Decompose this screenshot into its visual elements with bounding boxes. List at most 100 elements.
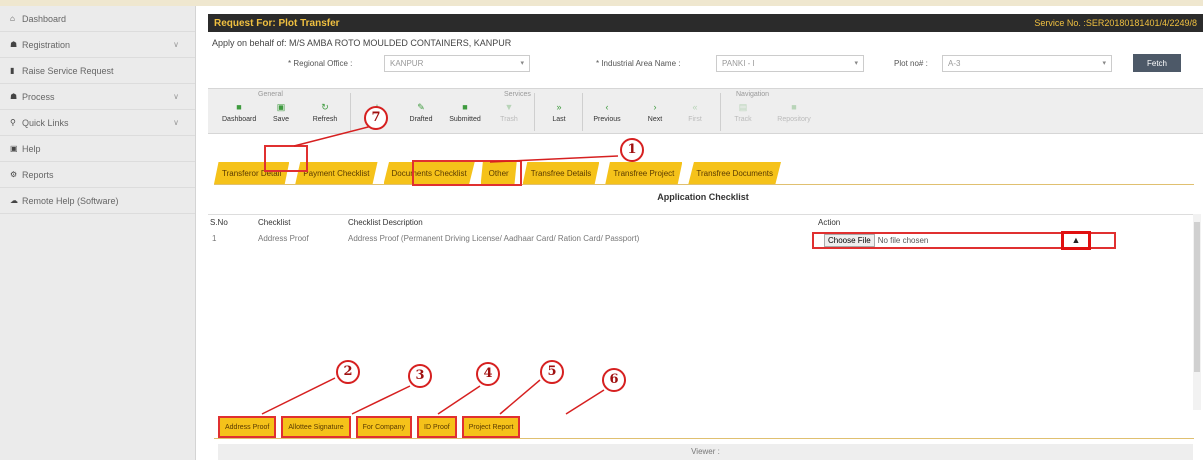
registration-icon: ☗ bbox=[10, 40, 18, 49]
sidebar-item-label: Help bbox=[22, 143, 41, 154]
industrial-area-select[interactable]: PANKI - I ▾ bbox=[716, 55, 864, 72]
track-button[interactable]: ▤ Track bbox=[726, 102, 760, 132]
documents-checklist-highlight bbox=[412, 160, 522, 186]
first-button-label: First bbox=[688, 116, 702, 123]
last-icon: » bbox=[556, 102, 562, 112]
tab-allottee-signature[interactable]: Allottee Signature bbox=[281, 416, 351, 438]
drafted-button[interactable]: ✎ Drafted bbox=[404, 102, 438, 132]
chevron-down-icon: ∨ bbox=[173, 40, 179, 49]
industrial-area-label: * Industrial Area Name : bbox=[596, 59, 681, 68]
toolbar: General Services Navigation ■ Dashboard ▣… bbox=[208, 88, 1203, 134]
chevron-down-icon: ▾ bbox=[854, 60, 858, 67]
row-sno: 1 bbox=[212, 234, 217, 243]
chevron-down-icon: ▾ bbox=[520, 60, 524, 67]
save-button[interactable]: ▣ Save bbox=[264, 102, 298, 132]
plot-no-select[interactable]: A-3 ▾ bbox=[942, 55, 1112, 72]
sidebar-item-label: Quick Links bbox=[22, 117, 69, 128]
drafted-icon: ✎ bbox=[417, 102, 425, 112]
track-icon: ▤ bbox=[738, 102, 748, 112]
title-bar: Request For: Plot Transfer Service No. :… bbox=[208, 14, 1203, 32]
sidebar-item-label: Remote Help (Software) bbox=[22, 195, 119, 206]
no-file-chosen-text: No file chosen bbox=[877, 236, 929, 245]
sidebar-item-label: Reports bbox=[22, 169, 54, 180]
dashboard-button[interactable]: ■ Dashboard bbox=[222, 102, 256, 132]
remote-help-icon: ☁ bbox=[10, 196, 18, 205]
plot-no-value: A-3 bbox=[948, 59, 961, 68]
repository-button[interactable]: ■ Repository bbox=[768, 102, 820, 132]
row-description: Address Proof (Permanent Driving License… bbox=[348, 234, 640, 243]
next-button-label: Next bbox=[647, 116, 663, 123]
sidebar-item-raise-service-request[interactable]: ▮ Raise Service Request bbox=[0, 58, 195, 84]
header-checklist: Checklist bbox=[258, 218, 291, 227]
sidebar-item-process[interactable]: ☗ Process ∨ bbox=[0, 84, 195, 110]
sidebar-item-label: Raise Service Request bbox=[22, 65, 114, 76]
annotation-6: 6 bbox=[602, 368, 626, 392]
tab-for-company[interactable]: For Company bbox=[355, 416, 413, 438]
service-request-icon: ▮ bbox=[10, 66, 15, 75]
application-checklist-title: Application Checklist bbox=[657, 192, 749, 202]
plot-no-label: Plot no# : bbox=[894, 59, 928, 68]
toolbar-group-navigation: Navigation bbox=[736, 91, 770, 98]
last-button[interactable]: » Last bbox=[542, 102, 576, 132]
regional-office-select[interactable]: KANPUR ▾ bbox=[384, 55, 530, 72]
drafted-button-label: Drafted bbox=[409, 116, 433, 123]
trash-button[interactable]: ▼ Trash bbox=[492, 102, 526, 132]
scrollbar-thumb[interactable] bbox=[1194, 222, 1200, 372]
process-icon: ☗ bbox=[10, 92, 18, 101]
apply-on-behalf-text: Apply on behalf of: M/S AMBA ROTO MOULDE… bbox=[212, 38, 512, 48]
previous-icon: ‹ bbox=[605, 102, 609, 112]
sidebar-item-dashboard[interactable]: ⌂ Dashboard bbox=[0, 6, 195, 32]
tab-address-proof[interactable]: Address Proof bbox=[218, 416, 277, 438]
fetch-button[interactable]: Fetch bbox=[1133, 54, 1181, 72]
tab-transfree-documents[interactable]: Transfree Documents bbox=[688, 162, 781, 184]
sidebar-item-reports[interactable]: ⚙ Reports bbox=[0, 162, 195, 188]
header-sno: S.No bbox=[210, 218, 228, 227]
upload-user-icon[interactable]: ▲ bbox=[1061, 231, 1091, 250]
header-action: Action bbox=[818, 218, 841, 227]
first-button[interactable]: « First bbox=[678, 102, 712, 132]
repository-button-label: Repository bbox=[777, 116, 811, 123]
save-highlight bbox=[264, 145, 308, 172]
dashboard-icon: ■ bbox=[236, 102, 242, 112]
tab-transfree-details[interactable]: Transfree Details bbox=[522, 162, 600, 184]
annotation-1: 1 bbox=[620, 138, 644, 162]
industrial-area-value: PANKI - I bbox=[722, 59, 755, 68]
toolbar-divider bbox=[350, 93, 351, 131]
submitted-button[interactable]: ■ Submitted bbox=[448, 102, 482, 132]
first-icon: « bbox=[692, 102, 698, 112]
tab-underline bbox=[214, 184, 1194, 185]
tab-transfree-project[interactable]: Transfree Project bbox=[605, 162, 683, 184]
trash-icon: ▼ bbox=[504, 102, 514, 112]
sidebar-item-quick-links[interactable]: ⚲ Quick Links ∨ bbox=[0, 110, 195, 136]
sidebar-item-registration[interactable]: ☗ Registration ∨ bbox=[0, 32, 195, 58]
last-button-label: Last bbox=[552, 116, 566, 123]
annotation-7: 7 bbox=[364, 106, 388, 130]
chevron-down-icon: ∨ bbox=[173, 118, 179, 127]
annotation-2: 2 bbox=[336, 360, 360, 384]
sidebar-item-label: Dashboard bbox=[22, 13, 67, 24]
viewer-bar: Viewer : bbox=[218, 444, 1193, 460]
annotation-4: 4 bbox=[476, 362, 500, 386]
annotation-5: 5 bbox=[540, 360, 564, 384]
main-panel: Request For: Plot Transfer Service No. :… bbox=[208, 14, 1203, 460]
scrollbar[interactable] bbox=[1193, 214, 1201, 410]
document-tabs: Address Proof Allottee Signature For Com… bbox=[218, 416, 525, 438]
choose-file-button[interactable]: Choose File bbox=[824, 234, 875, 247]
service-number: Service No. :SER20180181401/4/2249/8 bbox=[1034, 18, 1197, 28]
previous-button[interactable]: ‹ Previous bbox=[590, 102, 624, 132]
next-button[interactable]: › Next bbox=[638, 102, 672, 132]
sidebar-item-remote-help[interactable]: ☁ Remote Help (Software) bbox=[0, 188, 195, 214]
tab-project-report[interactable]: Project Report bbox=[461, 416, 521, 438]
sidebar-item-label: Registration bbox=[22, 39, 71, 50]
regional-office-label: * Regional Office : bbox=[288, 59, 353, 68]
toolbar-group-general: General bbox=[258, 91, 283, 98]
filter-bar: * Regional Office : KANPUR ▾ * Industria… bbox=[208, 52, 1203, 80]
sidebar-item-help[interactable]: ▣ Help bbox=[0, 136, 195, 162]
save-icon: ▣ bbox=[276, 102, 286, 112]
refresh-button-label: Refresh bbox=[312, 116, 338, 123]
submitted-icon: ■ bbox=[462, 102, 468, 112]
refresh-button[interactable]: ↻ Refresh bbox=[308, 102, 342, 132]
next-icon: › bbox=[653, 102, 657, 112]
tab-id-proof[interactable]: ID Proof bbox=[417, 416, 457, 438]
dashboard-icon: ⌂ bbox=[10, 14, 15, 23]
